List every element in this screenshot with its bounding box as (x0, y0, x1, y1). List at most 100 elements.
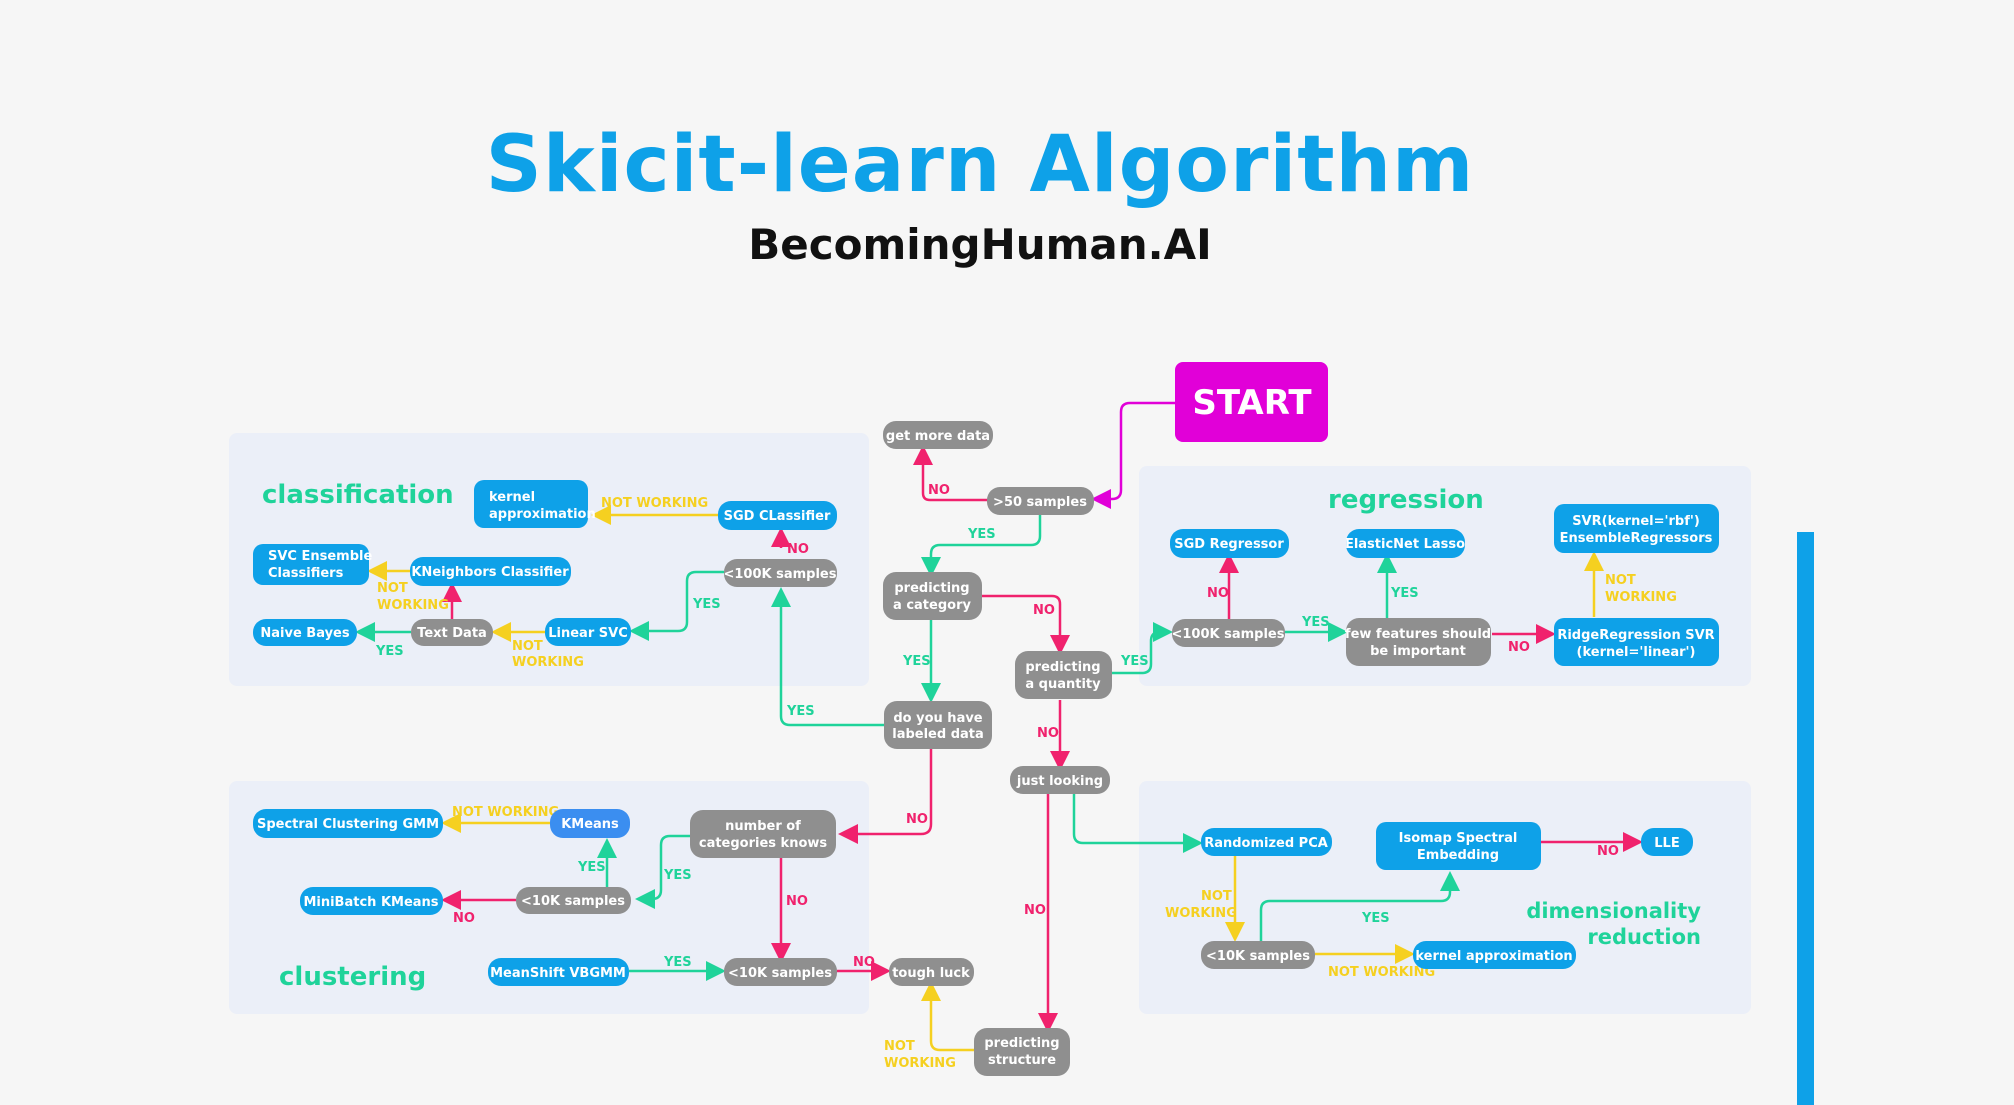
start-label: START (1192, 383, 1312, 423)
node-spectral-gmm: Spectral Clustering GMM (253, 809, 443, 838)
svg-text:<100K samples: <100K samples (1171, 627, 1284, 642)
node-svr-rbf-line1: SVR(kernel='rbf') (1572, 514, 1700, 529)
node-sgd-regressor: SGD Regressor (1170, 529, 1289, 558)
label-no-cls100k: NO (787, 542, 809, 557)
node-predicting-quantity-line1: predicting (1025, 660, 1100, 675)
label-no-category: NO (1033, 603, 1055, 618)
node-labeled-data: do you have labeled data (884, 701, 992, 749)
node-predicting-quantity: predicting a quantity (1015, 651, 1112, 699)
svg-text:Text Data: Text Data (417, 626, 487, 641)
svg-text:MeanShift VBGMM: MeanShift VBGMM (490, 966, 626, 981)
node-few-features: few features should be important (1345, 618, 1491, 666)
svg-text:<10K samples: <10K samples (521, 894, 625, 909)
node-few-features-line1: few features should (1345, 627, 1491, 642)
svg-text:get more data: get more data (886, 429, 990, 444)
svg-text:<10K samples: <10K samples (728, 966, 832, 981)
svg-text:ElasticNet Lasso: ElasticNet Lasso (1345, 537, 1465, 552)
svg-text:MiniBatch KMeans: MiniBatch KMeans (303, 895, 438, 910)
node-ridge-line1: RidgeRegression SVR (1557, 628, 1714, 643)
node-svc-ensemble: SVC Ensemble Classifiers (253, 544, 372, 585)
svg-text:>50 samples: >50 samples (993, 495, 1087, 510)
node-kmeans: KMeans (550, 809, 630, 838)
node-get-more-data: get more data (883, 421, 993, 449)
node-num-categories-line2: categories knows (699, 836, 828, 851)
node-svr-rbf-line2: EnsembleRegressors (1560, 531, 1713, 546)
label-yes-dim10k: YES (1361, 911, 1390, 926)
label-no-just: NO (1024, 903, 1046, 918)
node-ridge-line2: (kernel='linear') (1577, 645, 1696, 660)
label-yes-meanshift: YES (663, 955, 692, 970)
node-elasticnet: ElasticNet Lasso (1345, 529, 1465, 558)
label-notworking-kmeans: NOT WORKING (452, 805, 559, 820)
node-minibatch: MiniBatch KMeans (300, 887, 443, 915)
node-just-looking: just looking (1010, 766, 1110, 794)
node-predicting-quantity-line2: a quantity (1025, 677, 1101, 692)
label-notworking-sgd: NOT WORKING (601, 496, 708, 511)
node-kernel-approx-cls: kernel approximation (474, 480, 596, 528)
svg-text:SGD CLassifier: SGD CLassifier (724, 509, 831, 524)
svg-text:do you havelabeled data: do you have labeled data (892, 711, 984, 742)
label-no-numcat: NO (786, 894, 808, 909)
section-label-classification: classification (262, 480, 454, 510)
node-labeled-data-line1: do you have (893, 711, 982, 726)
node-dim-lt10k: <10K samples (1201, 941, 1315, 969)
start-node: START (1175, 362, 1328, 442)
label-no-few: NO (1508, 640, 1530, 655)
label-not-structure: NOT (884, 1039, 915, 1054)
section-label-dimensionality-line1: dimensionality (1526, 899, 1701, 923)
node-kernel-approx-dim: kernel approximation (1413, 941, 1576, 969)
node-lle: LLE (1641, 828, 1693, 856)
label-no-reg100k: NO (1207, 586, 1229, 601)
node-svc-ensemble-line1: SVC Ensemble (268, 549, 372, 564)
label-no-clu10kb: NO (853, 955, 875, 970)
section-label-regression: regression (1328, 485, 1484, 515)
svg-text:<100K samples: <100K samples (723, 567, 836, 582)
edge-structure-tough (921, 981, 974, 1052)
node-tough-luck: tough luck (889, 958, 974, 986)
label-yes-few: YES (1390, 586, 1419, 601)
label-not-linearsvc: NOT (512, 639, 543, 654)
label-no-gt50: NO (928, 483, 950, 498)
label-yes-clu10ka: YES (577, 860, 606, 875)
svg-text:Linear SVC: Linear SVC (548, 626, 628, 641)
svg-text:Randomized PCA: Randomized PCA (1204, 836, 1328, 851)
svg-text:kernel approximation: kernel approximation (1415, 949, 1572, 964)
label-no-quantity: NO (1037, 726, 1059, 741)
node-kneighbors: KNeighbors Classifier (410, 557, 571, 586)
node-cls-lt100k: <100K samples (723, 559, 837, 587)
svg-text:KNeighbors Classifier: KNeighbors Classifier (411, 565, 569, 580)
node-ridge: RidgeRegression SVR (kernel='linear') (1554, 618, 1719, 666)
node-text-data: Text Data (411, 619, 493, 646)
svg-text:tough luck: tough luck (892, 966, 970, 981)
edge-gt50-category (921, 512, 1042, 577)
label-yes-quantity: YES (1120, 654, 1149, 669)
node-randomized-pca: Randomized PCA (1201, 828, 1332, 856)
node-isomap: Isomap Spectral Embedding (1376, 822, 1541, 870)
node-sgd-classifier: SGD CLassifier (718, 501, 837, 530)
node-predicting-category: predicting a category (883, 572, 982, 620)
node-few-features-line2: be important (1370, 644, 1466, 659)
node-naive-bayes: Naive Bayes (253, 619, 357, 646)
label-not-pca: NOT (1201, 889, 1232, 904)
node-predicting-structure: predicting structure (974, 1028, 1070, 1076)
section-label-clustering: clustering (279, 962, 426, 992)
flowchart: classification regression clustering dim… (229, 362, 1814, 1105)
node-meanshift: MeanShift VBGMM (488, 958, 629, 986)
label-working-ridge: WORKING (1605, 590, 1677, 605)
label-yes-labeled: YES (786, 704, 815, 719)
svg-text:just looking: just looking (1016, 774, 1103, 789)
node-linear-svc: Linear SVC (545, 618, 631, 646)
label-yes-gt50: YES (967, 527, 996, 542)
label-no-labeled: NO (906, 812, 928, 827)
node-predicting-category-line2: a category (893, 598, 971, 613)
svg-text:LLE: LLE (1654, 836, 1679, 851)
svg-text:<10K samples: <10K samples (1206, 949, 1310, 964)
label-notworking-dim10k: NOT WORKING (1328, 965, 1435, 980)
node-labeled-data-line2: labeled data (892, 727, 984, 742)
svg-text:KMeans: KMeans (561, 817, 619, 832)
node-clu-lt10k-b: <10K samples (724, 958, 837, 986)
label-yes-text: YES (375, 644, 404, 659)
node-isomap-line1: Isomap Spectral (1399, 831, 1518, 846)
node-num-categories-line1: number of (725, 819, 801, 834)
label-no-clu10ka: NO (453, 911, 475, 926)
